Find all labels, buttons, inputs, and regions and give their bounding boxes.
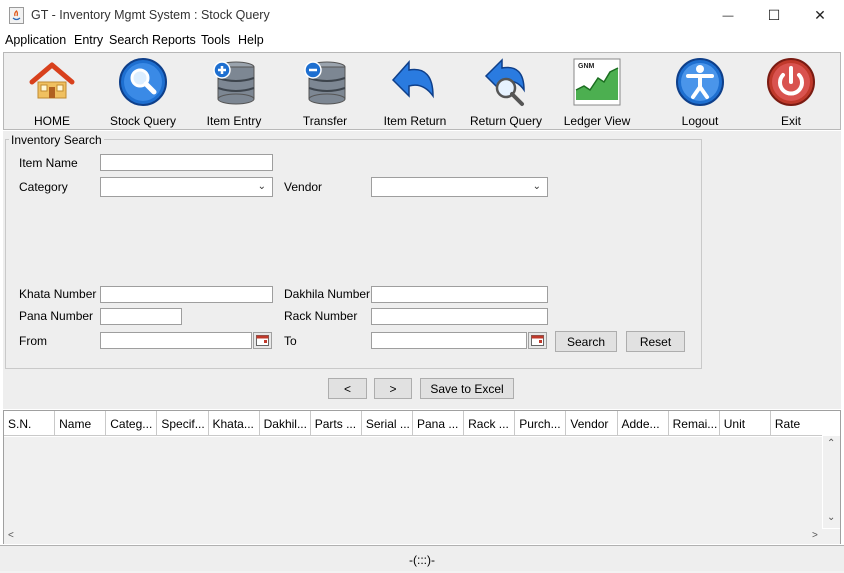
chevron-down-icon: ⌄ [532, 181, 541, 192]
maximize-button[interactable]: ☐ [751, 0, 797, 31]
pana-number-field[interactable] [100, 308, 182, 325]
item-entry-button[interactable]: Item Entry [203, 56, 265, 128]
logout-button[interactable]: Logout [670, 56, 730, 128]
column-header[interactable]: Rack ... [464, 411, 516, 436]
chevron-down-icon: ⌄ [257, 181, 266, 192]
status-text: -(:::)- [409, 553, 435, 567]
database-remove-icon [304, 61, 346, 105]
home-button[interactable]: HOME [22, 56, 82, 128]
magnifier-icon [119, 58, 167, 106]
horizontal-scrollbar[interactable]: < > [4, 529, 840, 544]
rack-number-label: Rack Number [284, 309, 358, 323]
column-header[interactable]: Parts ... [311, 411, 362, 436]
dakhila-number-label: Dakhila Number [284, 287, 371, 301]
database-add-icon [213, 61, 255, 105]
scroll-up-icon[interactable]: ⌃ [827, 438, 835, 449]
khata-number-field[interactable] [100, 286, 273, 303]
table-body [4, 437, 822, 530]
power-icon [767, 58, 815, 106]
khata-number-label: Khata Number [19, 287, 97, 301]
item-name-label: Item Name [19, 156, 78, 170]
column-header[interactable]: Categ... [106, 411, 158, 436]
column-header[interactable]: Dakhil... [260, 411, 311, 436]
menu-reports[interactable]: Reports [152, 33, 196, 47]
panel-title: Inventory Search [9, 133, 104, 147]
column-header[interactable]: Pana ... [413, 411, 465, 436]
return-search-icon [484, 58, 525, 106]
from-label: From [19, 334, 47, 348]
calendar-icon [256, 335, 269, 346]
item-return-button[interactable]: Item Return [382, 56, 448, 128]
window-title: GT - Inventory Mgmt System : Stock Query [31, 8, 270, 22]
scroll-left-icon[interactable]: < [8, 530, 14, 541]
item-name-field[interactable] [100, 154, 273, 171]
vertical-scrollbar[interactable]: ⌃ ⌄ [823, 436, 840, 528]
menu-entry[interactable]: Entry [74, 33, 103, 47]
column-header[interactable]: Adde... [618, 411, 669, 436]
home-icon [29, 62, 75, 99]
rack-number-field[interactable] [371, 308, 548, 325]
column-header[interactable]: Purch... [515, 411, 567, 436]
logout-person-icon [676, 58, 724, 106]
transfer-label: Transfer [302, 114, 348, 128]
to-label: To [284, 334, 297, 348]
category-combo[interactable]: ⌄ [100, 177, 273, 197]
next-page-button[interactable]: > [374, 378, 412, 399]
exit-label: Exit [780, 114, 801, 128]
to-calendar-button[interactable] [528, 332, 547, 349]
scroll-down-icon[interactable]: ⌄ [827, 512, 835, 523]
app-java-icon [9, 7, 24, 24]
table-header: S.N. Name Categ... Specif... Khata... Da… [4, 411, 822, 436]
maximize-icon: ☐ [767, 7, 781, 23]
ledger-view-label: Ledger View [563, 114, 631, 128]
ledger-chart-icon: GNM [573, 58, 621, 106]
close-icon: ✕ [814, 7, 826, 23]
ledger-chart-icon-text: GNM [578, 63, 595, 70]
minimize-button[interactable]: — [705, 0, 751, 31]
stock-query-label: Stock Query [109, 114, 177, 128]
menu-application[interactable]: Application [5, 33, 66, 47]
from-calendar-button[interactable] [253, 332, 272, 349]
pana-number-label: Pana Number [19, 309, 94, 323]
close-button[interactable]: ✕ [797, 0, 843, 31]
vendor-combo[interactable]: ⌄ [371, 177, 548, 197]
column-header[interactable]: Khata... [209, 411, 260, 436]
category-label: Category [19, 180, 68, 194]
transfer-button[interactable]: Transfer [297, 56, 353, 128]
save-to-excel-button[interactable]: Save to Excel [420, 378, 514, 399]
scroll-right-icon[interactable]: > [812, 530, 818, 541]
menu-search[interactable]: Search [109, 33, 149, 47]
home-label: HOME [34, 114, 70, 128]
column-header[interactable]: Remai... [669, 411, 720, 436]
column-header[interactable]: Vendor [566, 411, 618, 436]
stock-query-button[interactable]: Stock Query [108, 56, 178, 128]
column-header[interactable]: Serial ... [362, 411, 413, 436]
dakhila-number-field[interactable] [371, 286, 548, 303]
column-header[interactable]: Unit [720, 411, 771, 436]
return-arrow-icon [391, 60, 434, 99]
ledger-view-button[interactable]: GNM Ledger View [564, 56, 630, 128]
column-header[interactable]: Rate [771, 411, 822, 436]
menu-tools[interactable]: Tools [201, 33, 230, 47]
vendor-label: Vendor [284, 180, 323, 194]
column-header[interactable]: Specif... [157, 411, 209, 436]
minimize-icon: — [722, 9, 734, 22]
from-date-field[interactable] [100, 332, 252, 349]
item-return-label: Item Return [383, 114, 447, 128]
logout-label: Logout [681, 114, 719, 128]
menu-help[interactable]: Help [238, 33, 264, 47]
column-header[interactable]: S.N. [4, 411, 56, 436]
search-button[interactable]: Search [555, 331, 617, 352]
to-date-field[interactable] [371, 332, 527, 349]
item-entry-label: Item Entry [206, 114, 262, 128]
previous-page-button[interactable]: < [328, 378, 367, 399]
column-header[interactable]: Name [55, 411, 107, 436]
calendar-icon [531, 335, 544, 346]
return-query-button[interactable]: Return Query [470, 56, 542, 128]
exit-button[interactable]: Exit [765, 56, 817, 128]
return-query-label: Return Query [469, 114, 543, 128]
reset-button[interactable]: Reset [626, 331, 685, 352]
